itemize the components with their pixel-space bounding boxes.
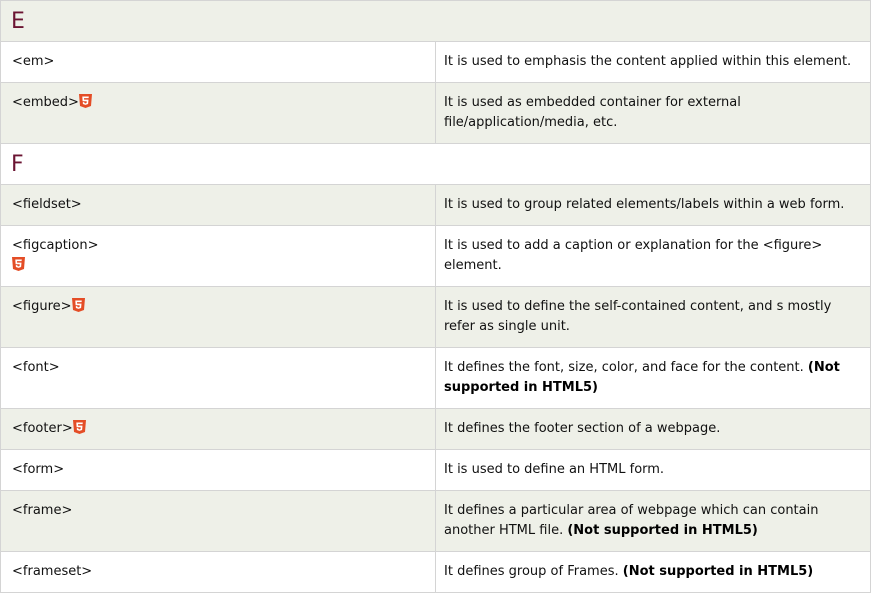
description-text: It is used as embedded container for ext… (444, 95, 741, 130)
html5-icon (12, 257, 25, 271)
tag-cell[interactable]: <font> (0, 347, 436, 409)
table-row: <frame> It defines a particular area of … (0, 490, 871, 552)
description-text: It is used to emphasis the content appli… (444, 54, 852, 69)
description-text: It is used to define an HTML form. (444, 462, 665, 477)
tag-name[interactable]: <figcaption> (12, 238, 99, 253)
tag-name[interactable]: <em> (12, 54, 54, 69)
tag-name[interactable]: <form> (12, 462, 64, 477)
not-supported-note: (Not supported in HTML5) (622, 564, 814, 579)
tag-name[interactable]: <font> (12, 360, 60, 375)
tag-cell[interactable]: <frame> (0, 490, 436, 552)
not-supported-note: (Not supported in HTML5) (567, 523, 758, 538)
section-letter: E (0, 0, 871, 42)
table-row: <em> It is used to emphasis the content … (0, 41, 871, 83)
tag-name[interactable]: <footer> (12, 421, 73, 436)
tag-cell[interactable]: <embed> (0, 82, 436, 144)
description-text: It defines the font, size, color, and fa… (444, 360, 808, 375)
description-cell: It is used to add a caption or explanati… (435, 225, 871, 287)
tag-name[interactable]: <fieldset> (12, 197, 82, 212)
table-row: <font> It defines the font, size, color,… (0, 347, 871, 409)
tag-cell[interactable]: <fieldset> (0, 184, 436, 226)
description-cell: It is used to define an HTML form. (435, 449, 871, 491)
description-cell: It is used to define the self-contained … (435, 286, 871, 348)
html5-icon (71, 298, 85, 312)
tag-name[interactable]: <figure> (12, 299, 72, 314)
description-cell: It defines the font, size, color, and fa… (435, 347, 871, 409)
table-row: <frameset> It defines group of Frames. (… (0, 551, 871, 593)
description-text: It defines group of Frames. (444, 564, 623, 579)
description-text: It defines the footer section of a webpa… (444, 421, 721, 436)
tag-cell[interactable]: <figure> (0, 286, 436, 348)
description-text: It is used to define the self-contained … (444, 299, 832, 334)
tag-cell[interactable]: <footer> (0, 408, 436, 450)
description-cell: It defines the footer section of a webpa… (435, 408, 871, 450)
section-heading-row: F (0, 143, 871, 185)
html-tags-reference-table: E <em> It is used to emphasis the conten… (0, 0, 871, 593)
table-row: <form> It is used to define an HTML form… (0, 449, 871, 491)
table-row: <footer> It defines the footer section o… (0, 408, 871, 450)
section-letter: F (0, 143, 871, 185)
tag-cell[interactable]: <frameset> (0, 551, 436, 593)
description-cell: It is used to group related elements/lab… (435, 184, 871, 226)
table-row: <embed> It is used as embedded container… (0, 82, 871, 144)
html5-icon (78, 94, 92, 108)
description-cell: It is used to emphasis the content appli… (435, 41, 871, 83)
description-text: It is used to group related elements/lab… (444, 197, 845, 212)
description-cell: It defines a particular area of webpage … (435, 490, 871, 552)
description-cell: It defines group of Frames. (Not support… (435, 551, 871, 593)
tag-cell[interactable]: <em> (0, 41, 436, 83)
table-row: <figure> It is used to define the self-c… (0, 286, 871, 348)
description-text: It is used to add a caption or explanati… (444, 238, 823, 273)
tag-cell[interactable]: <form> (0, 449, 436, 491)
tag-name[interactable]: <frame> (12, 503, 72, 518)
tag-name[interactable]: <frameset> (12, 564, 92, 579)
html5-icon (72, 420, 86, 434)
description-cell: It is used as embedded container for ext… (435, 82, 871, 144)
table-row: <fieldset> It is used to group related e… (0, 184, 871, 226)
tag-cell[interactable]: <figcaption> (0, 225, 436, 287)
tag-name[interactable]: <embed> (12, 95, 79, 110)
table-row: <figcaption> It is used to add a caption… (0, 225, 871, 287)
section-heading-row: E (0, 0, 871, 42)
